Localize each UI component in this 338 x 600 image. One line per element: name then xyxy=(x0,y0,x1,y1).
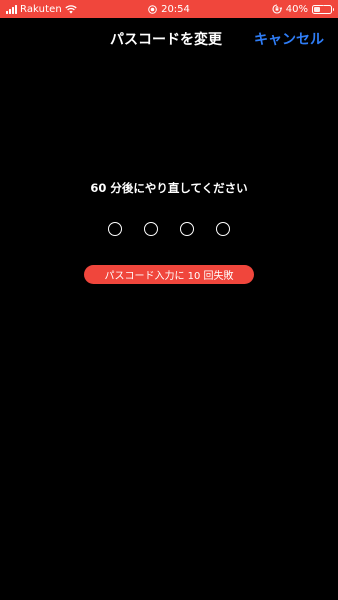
failed-attempts-label: パスコード入力に 10 回失敗 xyxy=(104,271,234,282)
status-bar: Rakuten 20:54 40% ⚡ xyxy=(0,0,338,18)
passcode-dot xyxy=(108,222,122,236)
passcode-dot xyxy=(180,222,194,236)
page-title: パスコードを変更 xyxy=(110,32,222,48)
passcode-dots xyxy=(0,222,338,236)
passcode-dot xyxy=(144,222,158,236)
screen-recording-icon xyxy=(148,4,157,14)
battery-percent: 40% xyxy=(285,3,308,15)
charging-bolt-icon: ⚡ xyxy=(319,4,325,13)
cancel-button[interactable]: キャンセル xyxy=(254,29,324,49)
passcode-change-screen: Rakuten 20:54 40% ⚡ パスコードを変更 キャンセル 60 分後… xyxy=(0,0,338,600)
status-bar-right: 40% ⚡ xyxy=(272,0,334,18)
battery-icon: ⚡ xyxy=(312,4,334,14)
navigation-bar: パスコードを変更 キャンセル xyxy=(0,18,338,60)
passcode-dot xyxy=(216,222,230,236)
orientation-lock-icon xyxy=(272,4,282,14)
failed-attempts-badge: パスコード入力に 10 回失敗 xyxy=(84,265,254,284)
retry-message: 60 分後にやり直してください xyxy=(90,181,248,195)
status-time: 20:54 xyxy=(161,3,190,15)
